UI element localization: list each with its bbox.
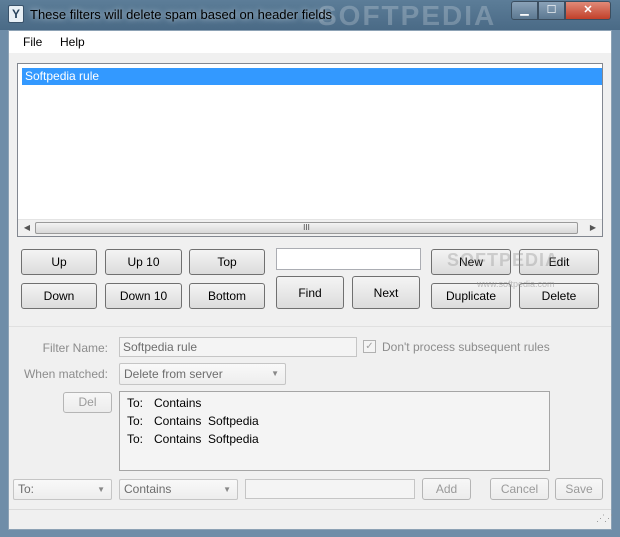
condition-field: To: [127,432,144,446]
app-icon[interactable]: Y [8,5,24,23]
buttons-watermark: SOFTPEDIA [447,250,560,270]
top-button[interactable]: Top [189,249,265,275]
minimize-button[interactable]: ▁ [511,1,538,20]
when-matched-label: When matched: [23,367,108,381]
chevron-down-icon: ▼ [223,485,231,494]
down-10-button[interactable]: Down 10 [105,283,182,309]
rule-item-selected[interactable]: Softpedia rule [22,68,602,85]
add-button[interactable]: Add [422,478,471,500]
softpedia-watermark: SOFTPEDIA [318,0,497,31]
separator [9,326,611,327]
dont-process-checkbox[interactable]: ✓ [363,340,376,353]
condition-op: Contains [154,414,202,428]
filter-name-field[interactable]: Softpedia rule [119,337,357,357]
scroll-thumb[interactable]: III [35,222,578,234]
find-button[interactable]: Find [276,276,344,309]
condition-text-input[interactable] [245,479,415,499]
condition-value: Softpedia [208,432,259,446]
next-button[interactable]: Next [352,276,420,309]
operator-select[interactable]: Contains ▼ [119,479,238,500]
bottom-button[interactable]: Bottom [189,283,265,309]
when-matched-select[interactable]: Delete from server ▼ [119,363,286,385]
condition-op: Contains [154,396,202,410]
header-field-select[interactable]: To: ▼ [13,479,112,500]
chevron-down-icon: ▼ [271,369,279,378]
find-input[interactable] [276,248,421,270]
status-bar [9,509,611,529]
when-matched-value: Delete from server [124,367,223,381]
header-field-value: To: [18,482,35,496]
resize-grip-icon[interactable]: ⋰⋰ [596,513,613,524]
down-button[interactable]: Down [21,283,97,309]
rules-list[interactable] [17,63,603,237]
chevron-down-icon: ▼ [97,485,105,494]
close-button[interactable]: ✕ [565,1,611,20]
del-button[interactable]: Del [63,392,112,413]
condition-field: To: [127,414,144,428]
filter-name-label: Filter Name: [42,341,108,355]
menu-help[interactable]: Help [60,35,85,49]
condition-field: To: [127,396,144,410]
up-button[interactable]: Up [21,249,97,275]
window-title: These filters will delete spam based on … [30,7,333,22]
up-10-button[interactable]: Up 10 [105,249,182,275]
buttons-watermark-url: www.softpedia.com [477,279,555,289]
scroll-left-icon[interactable]: ◀ [20,221,34,234]
maximize-button[interactable]: ☐ [538,1,565,20]
dont-process-label: Don't process subsequent rules [382,340,550,354]
operator-value: Contains [124,482,172,496]
cancel-button[interactable]: Cancel [490,478,549,500]
condition-value: Softpedia [208,414,259,428]
save-button[interactable]: Save [555,478,603,500]
condition-op: Contains [154,432,202,446]
menu-file[interactable]: File [23,35,42,49]
scroll-right-icon[interactable]: ▶ [586,221,600,234]
menu-bar [9,31,611,53]
